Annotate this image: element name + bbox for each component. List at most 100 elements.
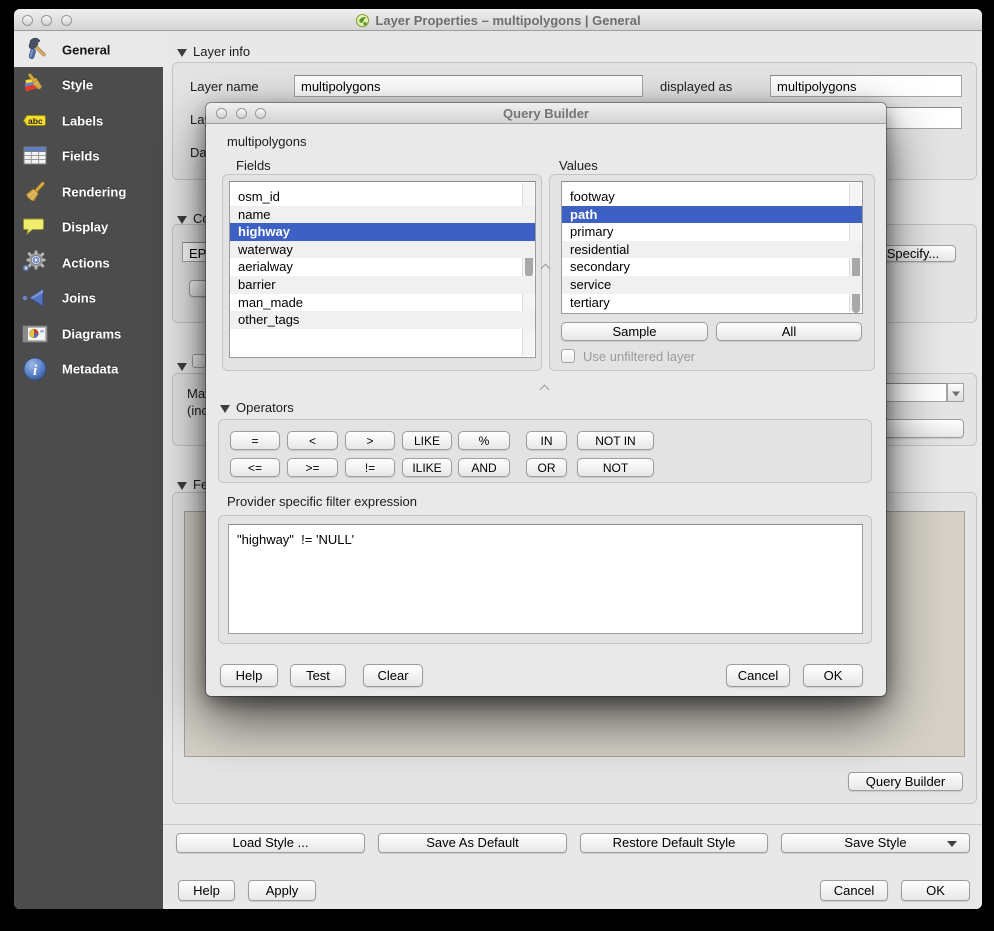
displayed-as-input[interactable]: multipolygons	[770, 75, 962, 97]
dialog-test-button[interactable]: Test	[290, 664, 346, 687]
collapse-triangle-icon	[220, 405, 230, 413]
dialog-titlebar[interactable]: Query Builder	[206, 103, 886, 124]
use-unfiltered-checkbox[interactable]	[561, 349, 575, 363]
restore-default-style-button[interactable]: Restore Default Style	[580, 833, 768, 853]
collapse-triangle-icon	[177, 49, 187, 57]
list-item-footway[interactable]: footway	[562, 188, 862, 206]
help-button[interactable]: Help	[178, 880, 235, 901]
scale-visibility-header[interactable]	[177, 358, 193, 373]
cancel-button[interactable]: Cancel	[820, 880, 888, 901]
apply-button[interactable]: Apply	[248, 880, 316, 901]
list-item-primary[interactable]: primary	[562, 223, 862, 241]
sidebar-item-label: Actions	[62, 255, 110, 270]
list-item-osm_id[interactable]: osm_id	[230, 188, 535, 206]
operator-button-and[interactable]: AND	[458, 458, 510, 477]
fields-label: Fields	[236, 158, 271, 173]
sidebar: General Style abcLabelsFields Rendering Disp…	[14, 32, 163, 909]
list-item-highway[interactable]: highway	[230, 223, 535, 241]
screenshot-stage: Layer Properties – multipolygons | Gener…	[0, 0, 994, 931]
operator-button-!=[interactable]: !=	[345, 458, 395, 477]
dialog-title: Query Builder	[206, 103, 886, 124]
save-as-default-button[interactable]: Save As Default	[378, 833, 567, 853]
dialog-help-button[interactable]: Help	[220, 664, 278, 687]
list-item-barrier[interactable]: barrier	[230, 276, 535, 294]
ok-button[interactable]: OK	[901, 880, 970, 901]
operator-button-%[interactable]: %	[458, 431, 510, 450]
displayed-as-label: displayed as	[660, 79, 732, 94]
load-style-button[interactable]: Load Style ...	[176, 833, 365, 853]
layer-info-header[interactable]: Layer info	[177, 44, 250, 59]
sidebar-item-label: General	[62, 42, 110, 57]
tools-icon	[21, 36, 49, 64]
sidebar-item-metadata[interactable]: iMetadata	[14, 352, 163, 387]
gears-icon	[21, 249, 49, 277]
dialog-ok-button[interactable]: OK	[803, 664, 863, 687]
dropdown-arrow-icon	[947, 841, 957, 847]
list-item-path[interactable]: path	[562, 206, 862, 224]
chart-picture-icon	[21, 320, 49, 348]
operator-button-<=[interactable]: <=	[230, 458, 280, 477]
sidebar-item-diagrams[interactable]: Diagrams	[14, 316, 163, 351]
datasource-label: multipolygons	[227, 134, 307, 149]
layer-name-input[interactable]: multipolygons	[294, 75, 643, 97]
list-item-residential[interactable]: residential	[562, 241, 862, 259]
sidebar-item-fields[interactable]: Fields	[14, 139, 163, 174]
funnel-icon	[21, 284, 49, 312]
operator-button-not-in[interactable]: NOT IN	[577, 431, 654, 450]
sidebar-item-style[interactable]: Style	[14, 68, 163, 103]
window-title: Layer Properties – multipolygons | Gener…	[14, 9, 982, 31]
list-item-service[interactable]: service	[562, 276, 862, 294]
splitter-chevron-icon[interactable]	[540, 385, 550, 395]
scale-combo-arrow[interactable]	[947, 383, 964, 402]
sidebar-item-display[interactable]: Display	[14, 210, 163, 245]
window-titlebar[interactable]: Layer Properties – multipolygons | Gener…	[14, 9, 982, 31]
list-item-name[interactable]: name	[230, 206, 535, 224]
dialog-cancel-button[interactable]: Cancel	[726, 664, 790, 687]
list-item-tertiary[interactable]: tertiary	[562, 294, 862, 312]
collapse-triangle-icon	[177, 216, 187, 224]
operator-button-<[interactable]: <	[287, 431, 338, 450]
dialog-clear-button[interactable]: Clear	[363, 664, 423, 687]
sidebar-item-label: Labels	[62, 113, 103, 128]
sidebar-item-label: Diagrams	[62, 326, 121, 341]
sidebar-item-label: Style	[62, 78, 93, 93]
operator-button-ilike[interactable]: ILIKE	[402, 458, 452, 477]
table-icon	[21, 142, 49, 170]
broom-icon	[21, 178, 49, 206]
sidebar-item-joins[interactable]: Joins	[14, 281, 163, 316]
collapse-triangle-icon	[177, 363, 187, 371]
operator-button-=[interactable]: =	[230, 431, 280, 450]
fields-list[interactable]: osm_idnamehighwaywaterwayaerialwaybarrie…	[229, 181, 536, 358]
sidebar-item-label: Rendering	[62, 184, 126, 199]
list-item-man_made[interactable]: man_made	[230, 294, 535, 312]
operator-button-not[interactable]: NOT	[577, 458, 654, 477]
sidebar-item-actions[interactable]: Actions	[14, 245, 163, 280]
query-builder-dialog: Query Builder multipolygons Fields Value…	[206, 103, 886, 696]
scale-visibility-checkbox[interactable]	[192, 354, 206, 368]
sidebar-item-label: Display	[62, 220, 108, 235]
values-list[interactable]: footwaypathprimaryresidentialsecondaryse…	[561, 181, 863, 314]
sidebar-item-general[interactable]: General	[14, 32, 163, 67]
scale-inclusive-label: (inc	[187, 403, 208, 418]
operators-header[interactable]: Operators	[220, 400, 294, 415]
list-item-aerialway[interactable]: aerialway	[230, 258, 535, 276]
expression-label: Provider specific filter expression	[227, 494, 417, 509]
sample-button[interactable]: Sample	[561, 322, 708, 341]
operator-button-like[interactable]: LIKE	[402, 431, 452, 450]
sidebar-item-labels[interactable]: abcLabels	[14, 103, 163, 138]
operator-button->[interactable]: >	[345, 431, 395, 450]
operator-button->=[interactable]: >=	[287, 458, 338, 477]
expression-textarea[interactable]: "highway" != 'NULL'	[228, 524, 863, 634]
query-builder-button[interactable]: Query Builder	[848, 772, 963, 791]
save-style-button[interactable]: Save Style	[781, 833, 970, 853]
list-item-other_tags[interactable]: other_tags	[230, 311, 535, 329]
operator-button-in[interactable]: IN	[526, 431, 567, 450]
operator-button-or[interactable]: OR	[526, 458, 567, 477]
values-label: Values	[559, 158, 598, 173]
all-button[interactable]: All	[716, 322, 862, 341]
list-item-waterway[interactable]: waterway	[230, 241, 535, 259]
collapse-triangle-icon	[177, 482, 187, 490]
list-item-secondary[interactable]: secondary	[562, 258, 862, 276]
feature-subset-header[interactable]: Fe	[177, 477, 208, 492]
sidebar-item-rendering[interactable]: Rendering	[14, 174, 163, 209]
